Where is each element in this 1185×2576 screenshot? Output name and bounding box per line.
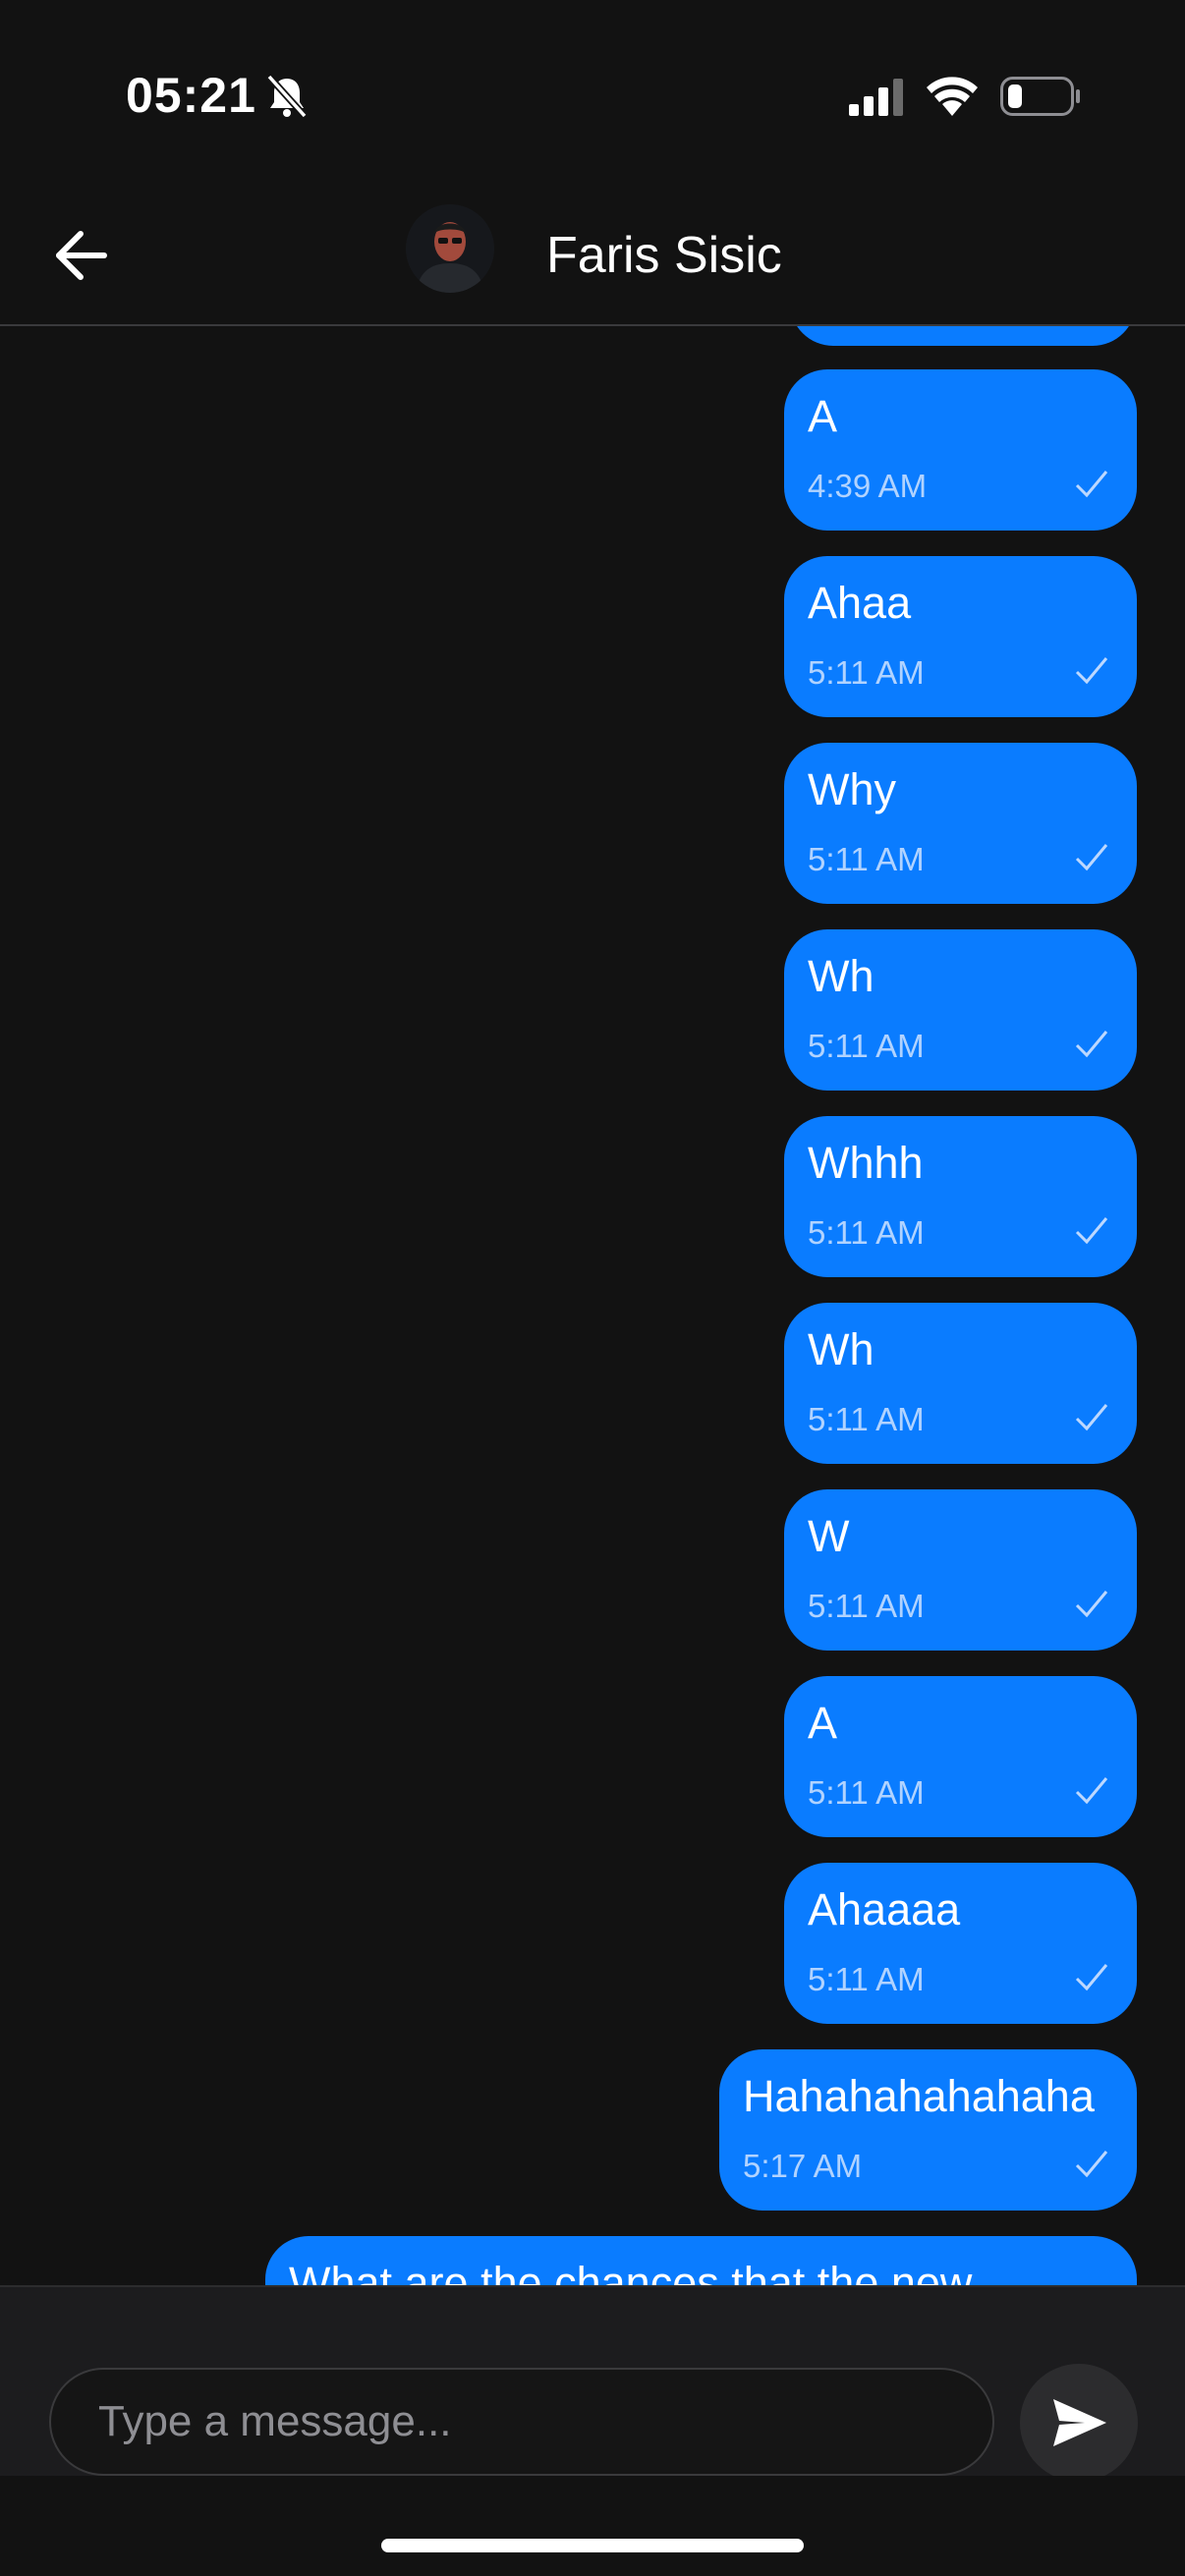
message-text: What are the chances that the new <box>289 2258 973 2285</box>
message-time: 4:39 AM <box>808 468 928 504</box>
message-bubble[interactable]: Hahahahahahaha 5:17 AM <box>719 2049 1137 2211</box>
message-input[interactable] <box>49 2368 994 2476</box>
check-icon <box>1075 1964 1108 1991</box>
check-icon <box>1075 1591 1108 1618</box>
status-time: 05:21 <box>126 68 256 123</box>
check-icon <box>1075 1777 1108 1805</box>
message-bubble[interactable]: Ahaa 5:11 AM <box>784 556 1137 717</box>
bell-slash-icon <box>266 74 308 119</box>
home-indicator[interactable] <box>381 2539 804 2552</box>
message-text: Wh <box>808 951 875 1001</box>
message-bubble[interactable]: Whhh 5:11 AM <box>784 1116 1137 1277</box>
send-icon <box>1053 2399 1106 2446</box>
message-bubble[interactable]: Why 5:11 AM <box>784 743 1137 904</box>
message-text: A <box>808 1698 838 1748</box>
message-bubble[interactable]: A 4:39 AM <box>784 369 1137 531</box>
check-icon <box>1075 1217 1108 1245</box>
message-text: Ahaaaa <box>808 1884 961 1934</box>
message-bubble-partial-top <box>790 326 1136 346</box>
signal-icon <box>849 79 903 116</box>
check-icon <box>1075 844 1108 871</box>
message-list[interactable]: A 4:39 AM Ahaa 5:11 AM Why 5:11 AM Wh 5:… <box>0 326 1185 2285</box>
message-text: Ahaa <box>808 578 912 628</box>
message-time: 5:11 AM <box>808 1401 925 1437</box>
message-time: 5:11 AM <box>808 841 925 877</box>
message-text: W <box>808 1511 850 1561</box>
contact-name[interactable]: Faris Sisic <box>546 226 782 285</box>
message-text: A <box>808 391 838 441</box>
message-bubble-partial-bottom[interactable]: What are the chances that the new <box>265 2236 1137 2285</box>
check-icon <box>1075 1404 1108 1431</box>
message-text: Why <box>808 764 896 814</box>
message-bubble[interactable]: A 5:11 AM <box>784 1676 1137 1837</box>
message-time: 5:11 AM <box>808 654 925 691</box>
avatar[interactable] <box>406 204 494 293</box>
battery-icon <box>1000 77 1080 116</box>
message-bubble[interactable]: Wh 5:11 AM <box>784 1303 1137 1464</box>
message-bubble[interactable]: Wh 5:11 AM <box>784 929 1137 1091</box>
message-time: 5:11 AM <box>808 1961 925 1997</box>
message-text: Whhh <box>808 1138 924 1188</box>
wifi-icon <box>927 77 978 116</box>
message-composer <box>0 2285 1185 2482</box>
chat-header: Faris Sisic <box>0 187 1185 326</box>
message-text: Hahahahahahaha <box>743 2071 1095 2121</box>
message-time: 5:11 AM <box>808 1028 925 1064</box>
arrow-left-icon[interactable] <box>51 226 110 285</box>
message-time: 5:11 AM <box>808 1774 925 1811</box>
message-bubble[interactable]: Ahaaaa 5:11 AM <box>784 1863 1137 2024</box>
status-bar: 05:21 <box>0 0 1185 187</box>
check-icon <box>1075 2151 1108 2178</box>
message-text: Wh <box>808 1324 875 1374</box>
message-time: 5:11 AM <box>808 1214 925 1251</box>
message-bubble[interactable]: W 5:11 AM <box>784 1489 1137 1651</box>
message-time: 5:17 AM <box>743 2148 863 2184</box>
send-button[interactable] <box>1020 2364 1138 2482</box>
message-time: 5:11 AM <box>808 1588 925 1624</box>
home-area <box>0 2476 1185 2576</box>
check-icon <box>1075 1031 1108 1058</box>
check-icon <box>1075 471 1108 498</box>
check-icon <box>1075 657 1108 685</box>
